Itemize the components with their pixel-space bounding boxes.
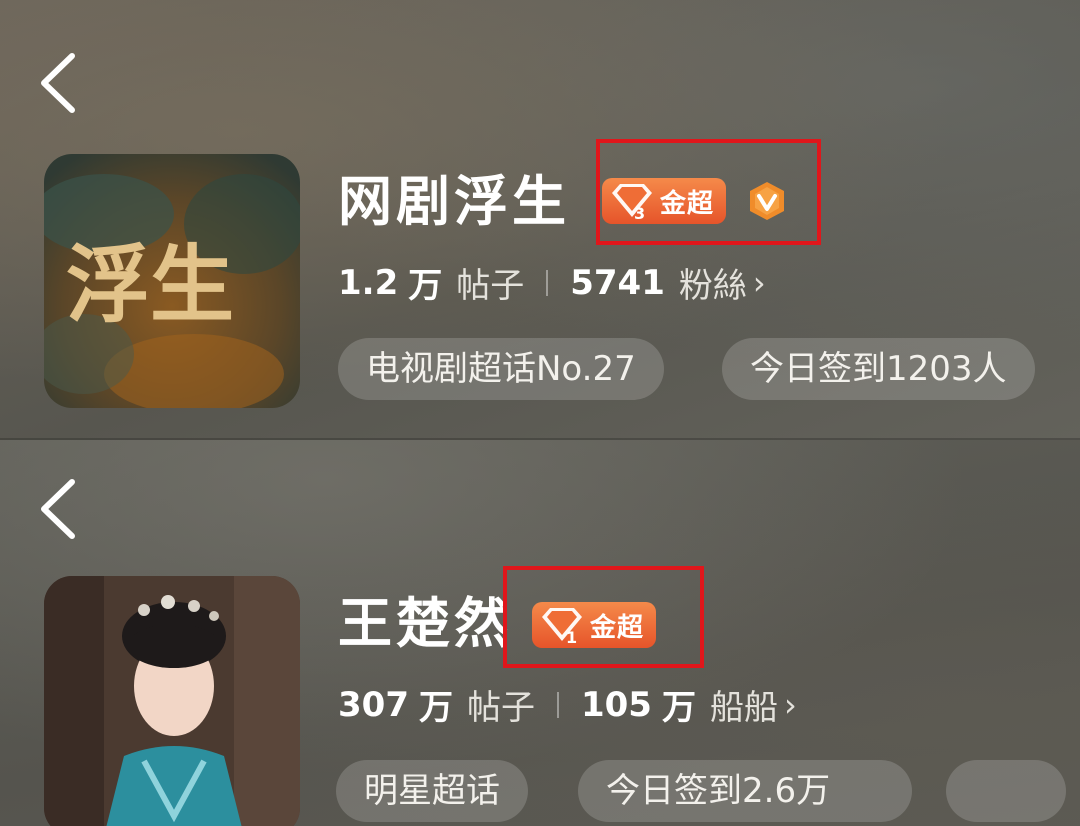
- topic-title: 网剧浮生: [338, 170, 570, 233]
- stats-divider: [556, 691, 559, 718]
- supertopic-header-card-2: 王楚然 1 金超 307 万 帖子 105 万 船船 › 明星超话 今日签到2.…: [0, 440, 1080, 826]
- chevron-right-icon: ›: [752, 263, 766, 302]
- star-avatar[interactable]: [44, 576, 300, 826]
- fans-count: 105: [580, 684, 652, 725]
- rank-chip[interactable]: 电视剧超话No.27: [338, 338, 664, 400]
- fans-count: 5741: [570, 262, 665, 303]
- back-button[interactable]: [34, 476, 84, 542]
- fans-link[interactable]: 105 万 船船 ›: [581, 680, 797, 729]
- chevron-left-icon: [41, 479, 75, 539]
- chevron-right-icon: ›: [783, 685, 797, 724]
- chevron-left-icon: [41, 53, 75, 113]
- posts-label: 帖子: [456, 266, 525, 306]
- fans-label: 船船: [709, 688, 778, 728]
- highlight-annotation-box: [596, 139, 821, 245]
- checkin-chip[interactable]: 今日签到1203人: [722, 338, 1035, 400]
- posts-count: 1.2: [338, 262, 399, 303]
- drama-poster-image: 浮生: [44, 154, 300, 408]
- highlight-annotation-box: [503, 566, 704, 668]
- fans-link[interactable]: 5741 粉絲 ›: [570, 258, 765, 307]
- posts-count: 307: [338, 684, 409, 725]
- star-stats: 307 万 帖子 105 万 船船 ›: [338, 680, 797, 729]
- stats-divider: [546, 269, 549, 296]
- actress-photo-image: [44, 576, 300, 826]
- fans-label: 粉絲: [678, 266, 747, 306]
- poster-title-text: 浮生: [66, 235, 234, 334]
- posts-label: 帖子: [466, 688, 535, 728]
- posts-unit: 万: [418, 688, 453, 728]
- overflow-chip[interactable]: [946, 760, 1066, 822]
- topic-stats: 1.2 万 帖子 5741 粉絲 ›: [338, 258, 766, 307]
- checkin-chip[interactable]: 今日签到2.6万: [578, 760, 912, 822]
- fans-unit: 万: [661, 688, 696, 728]
- star-title: 王楚然: [338, 592, 512, 655]
- checkin-chip-label: 今日签到2.6万: [606, 771, 831, 811]
- posts-unit: 万: [408, 266, 443, 306]
- back-button[interactable]: [34, 50, 84, 116]
- category-chip[interactable]: 明星超话: [336, 760, 528, 822]
- supertopic-header-card-1: 浮生 网剧浮生 3 金超 1.2 万 帖子 5741 粉絲 › 电视剧超话No.…: [0, 0, 1080, 440]
- topic-avatar[interactable]: 浮生: [44, 154, 300, 408]
